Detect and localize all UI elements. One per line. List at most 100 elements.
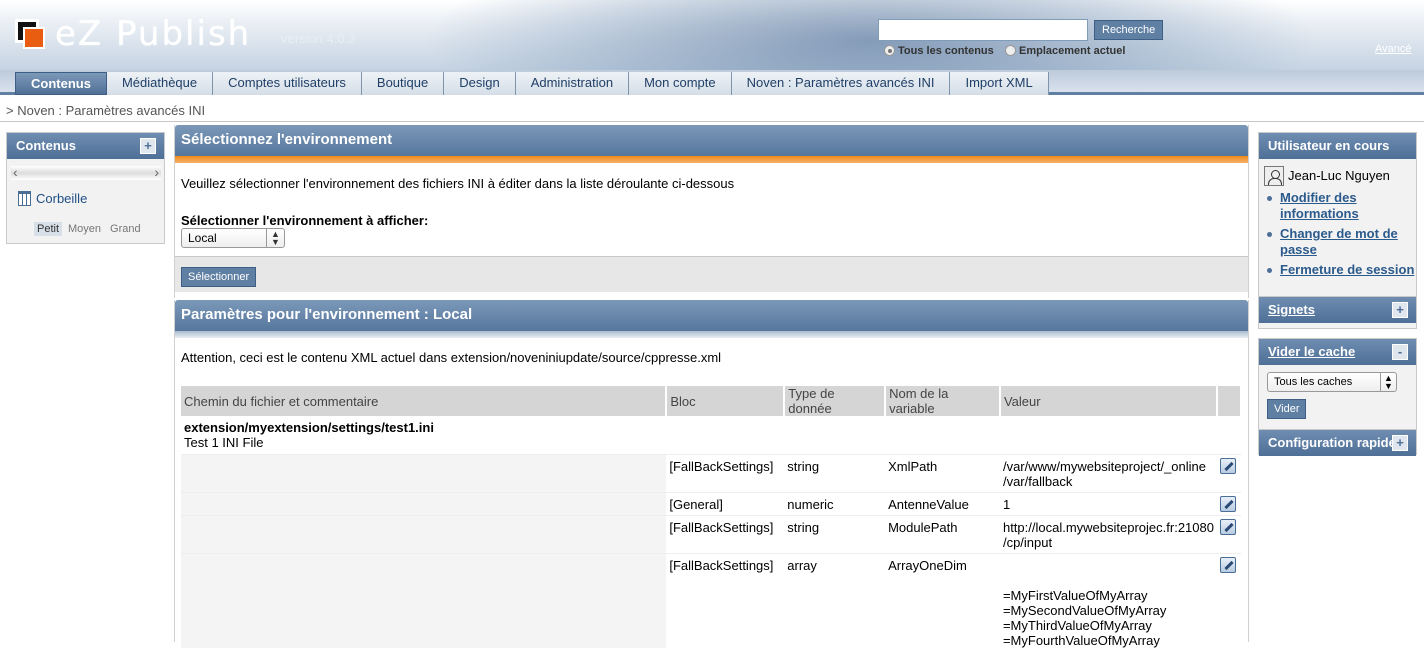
bookmarks-link[interactable]: Signets (1268, 302, 1315, 317)
tab-mediatheque[interactable]: Médiathèque (106, 72, 214, 95)
horizontal-scrollbar[interactable]: ‹ › (11, 164, 161, 180)
environment-selected-value: Local (188, 231, 217, 245)
radio-current-label: Emplacement actuel (1019, 45, 1126, 57)
tab-administration[interactable]: Administration (515, 72, 630, 95)
table-row: [FallBackSettings] string ModulePath htt… (181, 514, 1241, 553)
size-large[interactable]: Grand (107, 222, 144, 236)
cell-name: AntenneValue (885, 491, 1000, 515)
cell-type: numeric (784, 491, 886, 515)
tab-boutique[interactable]: Boutique (361, 72, 445, 95)
bookmarks-box: Signets + (1258, 296, 1417, 329)
environment-select[interactable]: Local ▲ ▼ (181, 228, 285, 248)
panel1-footer: Sélectionner (175, 256, 1248, 292)
header: eZ Publish version 4.0.3 Recherche Tous … (0, 0, 1424, 70)
trash-link[interactable]: Corbeille (18, 191, 87, 206)
tab-contenus[interactable]: Contenus (15, 72, 107, 95)
advanced-search-link[interactable]: Avancé (1375, 43, 1412, 55)
file-path: extension/myextension/settings/test1.ini (184, 420, 434, 435)
col-path-header: Chemin du fichier et commentaire (181, 386, 668, 416)
quick-settings-title: Configuration rapide + (1259, 430, 1416, 456)
select-environment-button[interactable]: Sélectionner (181, 267, 257, 287)
cell-value: /var/www/mywebsiteproject/_online /var/f… (999, 453, 1217, 492)
search-input[interactable] (878, 19, 1088, 41)
cell-type: string (784, 514, 886, 553)
scroll-left-icon[interactable]: ‹ (13, 164, 18, 180)
main-tabs: Contenus Médiathèque Comptes utilisateur… (0, 70, 1424, 95)
col-edit-header (1216, 386, 1243, 416)
expand-plus-icon[interactable]: + (1392, 435, 1408, 451)
tab-mon-compte[interactable]: Mon compte (629, 72, 732, 95)
header-swoosh-decoration (420, 0, 1320, 70)
panel1-description: Veuillez sélectionner l'environnement de… (181, 176, 735, 191)
change-password-link[interactable]: Changer de mot de passe (1264, 226, 1416, 258)
cell-name: ArrayOneDim (885, 552, 1000, 648)
edit-icon[interactable] (1219, 556, 1236, 573)
tab-comptes-utilisateurs[interactable]: Comptes utilisateurs (213, 72, 362, 95)
quick-settings-box: Configuration rapide + (1258, 429, 1417, 456)
edit-profile-link[interactable]: Modifier des informations (1264, 190, 1416, 222)
logout-link[interactable]: Fermeture de session (1264, 262, 1416, 278)
ini-params-table: Chemin du fichier et commentaire Bloc Ty… (181, 386, 1243, 648)
cache-title-link[interactable]: Vider le cache (1268, 344, 1355, 359)
cell-name: ModulePath (885, 514, 1000, 553)
user-links: Modifier des informations Changer de mot… (1264, 190, 1416, 282)
search-button[interactable]: Recherche (1094, 20, 1164, 40)
cell-bloc: [General] (666, 491, 785, 515)
tab-import-xml[interactable]: Import XML (950, 72, 1049, 95)
col-bloc-header: Bloc (666, 386, 786, 416)
panel1-accent-bar (175, 156, 1248, 163)
cell-bloc: [FallBackSettings] (666, 514, 785, 553)
cell-type: string (784, 453, 886, 492)
scroll-right-icon[interactable]: › (154, 164, 159, 180)
radio-all-content[interactable]: Tous les contenus (884, 45, 994, 57)
environment-params-panel: Paramètres pour l'environnement : Local … (174, 300, 1249, 648)
edit-icon[interactable] (1219, 495, 1236, 512)
cell-value: http://local.mywebsiteprojec.fr:21080 /c… (999, 514, 1217, 553)
breadcrumb: > Noven : Paramètres avancés INI (0, 98, 1424, 122)
cell-value-line: /cp/input (1002, 534, 1053, 550)
current-user-title: Utilisateur en cours (1259, 133, 1416, 159)
trash-label: Corbeille (36, 191, 88, 206)
environment-select-panel: Sélectionnez l'environnement Veuillez sé… (174, 125, 1249, 298)
radio-unchecked-icon[interactable] (1005, 45, 1016, 56)
size-medium[interactable]: Moyen (65, 222, 104, 236)
size-small[interactable]: Petit (34, 222, 63, 236)
cache-select[interactable]: Tous les caches ▲ ▼ (1267, 372, 1397, 392)
panel2-accent-bar (175, 331, 1248, 338)
cell-value: 1 (999, 491, 1217, 515)
panel2-title: Paramètres pour l'environnement : Local (175, 300, 1248, 331)
environment-label: Sélectionner l'environnement à afficher: (181, 213, 429, 228)
cell-value-line: http://local.mywebsiteprojec.fr:21080 (1002, 519, 1214, 535)
edit-icon[interactable] (1219, 457, 1236, 474)
array-value: =MyThirdValueOfMyArray (1002, 617, 1152, 633)
file-comment: Test 1 INI File (184, 435, 264, 450)
radio-current-location[interactable]: Emplacement actuel (1005, 45, 1125, 57)
table-row: [FallBackSettings] string XmlPath /var/w… (181, 453, 1241, 492)
cell-bloc: [FallBackSettings] (666, 453, 785, 492)
expand-plus-icon[interactable]: + (140, 138, 156, 154)
expand-plus-icon[interactable]: + (1392, 302, 1408, 318)
ez-logo-icon[interactable] (15, 19, 45, 49)
quick-settings-text: Configuration rapide (1268, 435, 1396, 450)
cache-selected-value: Tous les caches (1274, 376, 1353, 388)
clear-cache-button[interactable]: Vider (1267, 399, 1307, 419)
content-tree-box: Contenus + ‹ › Corbeille Petit Moyen Grand (6, 132, 165, 244)
bookmarks-title: Signets + (1259, 297, 1416, 323)
panel2-description: Attention, ceci est le contenu XML actue… (181, 350, 722, 365)
tab-design[interactable]: Design (444, 72, 516, 95)
radio-checked-icon[interactable] (884, 45, 895, 56)
array-value: =MyFourthValueOfMyArray (1002, 632, 1160, 648)
select-arrows-icon: ▲ ▼ (1380, 373, 1396, 391)
file-row: extension/myextension/settings/test1.ini… (181, 416, 1241, 454)
table-header-row: Chemin du fichier et commentaire Bloc Ty… (181, 386, 1243, 416)
logo-text[interactable]: eZ Publish (55, 14, 251, 54)
user-name-text: Jean-Luc Nguyen (1288, 168, 1390, 183)
array-value: =MySecondValueOfMyArray (1002, 602, 1167, 618)
tab-noven-ini[interactable]: Noven : Paramètres avancés INI (731, 72, 951, 95)
collapse-minus-icon[interactable]: - (1392, 344, 1408, 360)
cell-name: XmlPath (885, 453, 1000, 492)
content-tree-title-text: Contenus (16, 138, 76, 153)
table-row: [General] numeric AntenneValue 1 (181, 491, 1241, 515)
table-row: [FallBackSettings] array ArrayOneDim =My… (181, 552, 1241, 648)
edit-icon[interactable] (1219, 518, 1236, 535)
